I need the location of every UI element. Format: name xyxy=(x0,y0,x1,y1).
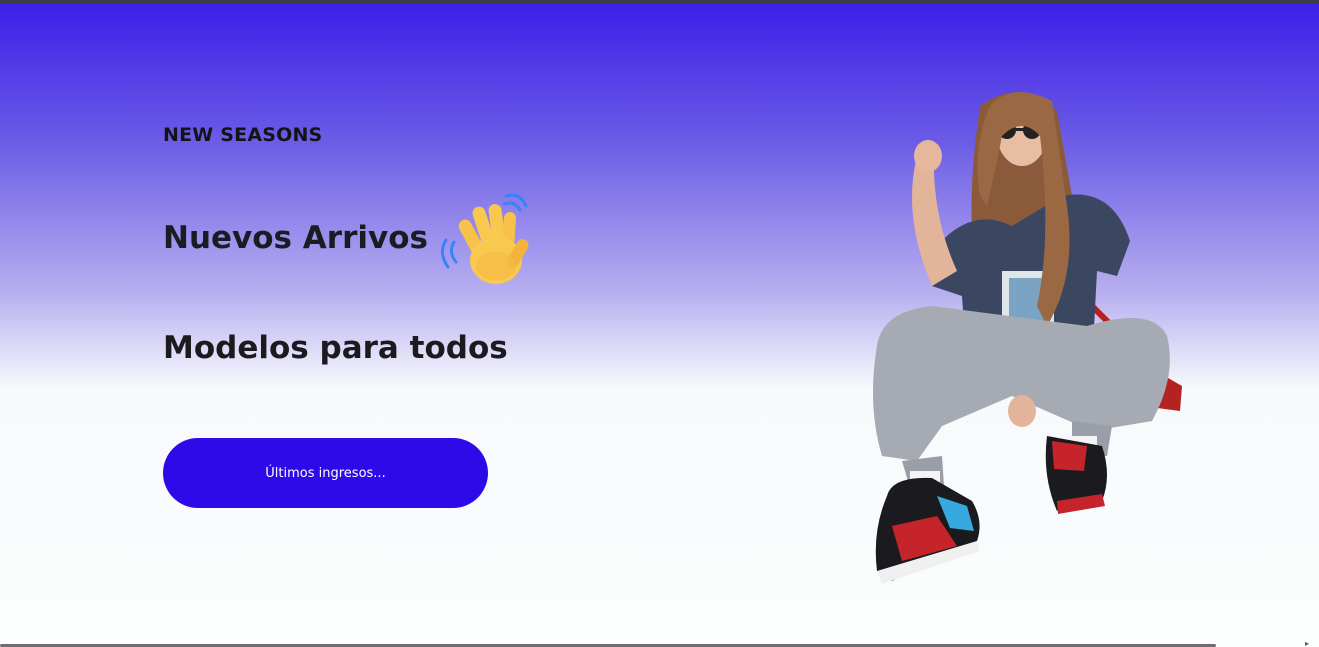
top-border xyxy=(0,0,1319,3)
model-photo xyxy=(873,92,1182,584)
hero-section: NEW SEASONS Nuevos Arrivos Modelos para … xyxy=(0,0,1319,647)
subheadline: Modelos para todos xyxy=(163,330,508,366)
scroll-right-arrow-icon[interactable]: ▸ xyxy=(1305,640,1309,647)
eyebrow-text: NEW SEASONS xyxy=(163,124,323,146)
headline: Nuevos Arrivos xyxy=(163,220,428,256)
waving-hand-icon xyxy=(441,193,529,284)
latest-arrivals-button[interactable]: Últimos ingresos... xyxy=(163,438,488,508)
